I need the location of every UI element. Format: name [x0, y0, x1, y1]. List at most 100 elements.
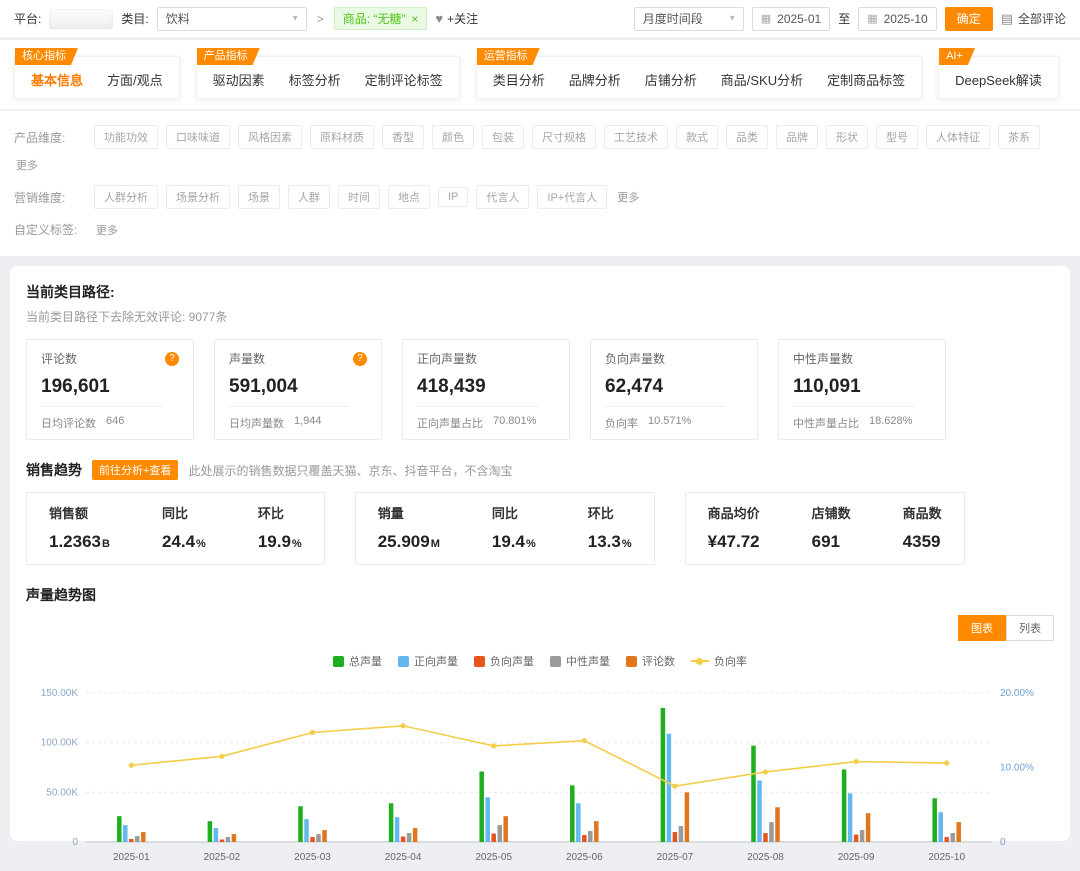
filter-chip[interactable]: 功能功效 [94, 125, 158, 149]
nav-tab[interactable]: DeepSeek解读 [955, 70, 1042, 89]
chart-view-button[interactable]: 图表 [958, 615, 1006, 641]
more-link[interactable]: 更多 [96, 222, 118, 238]
bar [220, 840, 225, 842]
nav-tab[interactable]: 标签分析 [289, 70, 341, 89]
bar [679, 826, 684, 842]
nav-group-badge: 产品指标 [197, 48, 260, 65]
x-axis-label: 2025-10 [928, 852, 965, 863]
bar [135, 836, 140, 842]
bar [950, 833, 955, 842]
filter-chip[interactable]: 人群分析 [94, 185, 158, 209]
nav-tab[interactable]: 基本信息 [31, 70, 83, 89]
filter-chip[interactable]: 场景 [238, 185, 280, 209]
nav-tab[interactable]: 商品/SKU分析 [721, 70, 803, 89]
bar [763, 833, 768, 842]
filter-chip[interactable]: 时间 [338, 185, 380, 209]
confirm-button[interactable]: 确定 [945, 7, 993, 31]
filter-chip[interactable]: 型号 [876, 125, 918, 149]
help-icon[interactable]: ? [353, 352, 367, 366]
bar [395, 817, 400, 842]
right-axis-tick: 20.00% [1000, 688, 1034, 699]
bar [141, 832, 146, 842]
bar [117, 816, 122, 842]
bar [938, 812, 943, 842]
sales-metric-unit: M [431, 538, 440, 550]
bar [932, 798, 937, 842]
filter-chip[interactable]: 品牌 [776, 125, 818, 149]
nav-tab[interactable]: 定制评论标签 [365, 70, 443, 89]
date-start-input[interactable]: ▦ 2025-01 [752, 7, 830, 31]
more-link[interactable]: 更多 [617, 189, 639, 205]
all-comments-label: 全部评论 [1018, 10, 1066, 27]
divider [417, 406, 538, 407]
category-select[interactable]: 饮料 ▾ [157, 7, 307, 31]
filter-chip[interactable]: 代言人 [476, 185, 529, 209]
metric-sub-value: 10.571% [648, 415, 691, 431]
legend-item[interactable]: 负向率 [691, 653, 747, 669]
metric-sub-label: 负向率 [605, 415, 638, 431]
filter-chip[interactable]: 人体特征 [926, 125, 990, 149]
sales-metric: 环比19.9% [258, 503, 302, 552]
filter-chip[interactable]: 口味味道 [166, 125, 230, 149]
more-link[interactable]: 更多 [16, 157, 38, 173]
filter-chip[interactable]: 人群 [288, 185, 330, 209]
category-path-title: 当前类目路径: [26, 282, 1054, 302]
nav-tab[interactable]: 定制商品标签 [827, 70, 905, 89]
nav-tab[interactable]: 类目分析 [493, 70, 545, 89]
nav-tab[interactable]: 方面/观点 [107, 70, 163, 89]
x-axis-label: 2025-04 [385, 852, 422, 863]
all-comments-button[interactable]: ▤ 全部评论 [1001, 10, 1066, 27]
filter-chip[interactable]: 场景分析 [166, 185, 230, 209]
filter-chip[interactable]: 风格因素 [238, 125, 302, 149]
metric-sub-value: 70.801% [493, 415, 536, 431]
nav-tab[interactable]: 品牌分析 [569, 70, 621, 89]
bar [667, 734, 672, 842]
follow-button[interactable]: ♥ +关注 [435, 10, 478, 27]
breadcrumb-separator: > [317, 12, 324, 26]
nav-tab-bar: 核心指标基本信息方面/观点产品指标驱动因素标签分析定制评论标签运营指标类目分析品… [0, 40, 1080, 109]
legend-label: 评论数 [642, 653, 675, 669]
legend-item[interactable]: 正向声量 [398, 653, 458, 669]
platform-value[interactable] [49, 9, 113, 29]
sales-metric: 同比24.4% [162, 503, 206, 552]
topbar: 平台: 类目: 饮料 ▾ > 商品: “无糖” × ♥ +关注 月度时间段 ▾ … [0, 0, 1080, 38]
legend-item[interactable]: 总声量 [333, 653, 382, 669]
filter-chip[interactable]: 地点 [388, 185, 430, 209]
x-axis-label: 2025-07 [657, 852, 694, 863]
legend-item[interactable]: 中性声量 [550, 653, 610, 669]
chart-legend: 总声量正向声量负向声量中性声量 评论数负向率 [26, 653, 1054, 669]
bar [491, 834, 496, 842]
nav-tab[interactable]: 驱动因素 [213, 70, 265, 89]
right-axis-tick: 0 [1000, 837, 1006, 848]
product-filter-tag[interactable]: 商品: “无糖” × [334, 7, 428, 30]
close-icon[interactable]: × [411, 12, 418, 26]
filter-chip[interactable]: 原料材质 [310, 125, 374, 149]
legend-item[interactable]: 负向声量 [474, 653, 534, 669]
period-type-select[interactable]: 月度时间段 ▾ [634, 7, 744, 31]
metric-title: 评论数 [41, 350, 77, 367]
help-icon[interactable]: ? [165, 352, 179, 366]
sales-metric-label: 同比 [162, 503, 206, 522]
bar [944, 837, 949, 842]
bar [673, 832, 678, 842]
list-view-button[interactable]: 列表 [1006, 615, 1054, 641]
filter-chip[interactable]: 款式 [676, 125, 718, 149]
filter-chip[interactable]: 包装 [482, 125, 524, 149]
filter-chip[interactable]: 颜色 [432, 125, 474, 149]
filter-chip[interactable]: 香型 [382, 125, 424, 149]
sales-metric-value: 691 [812, 532, 851, 552]
nav-tab[interactable]: 店铺分析 [645, 70, 697, 89]
legend-item[interactable]: 评论数 [626, 653, 675, 669]
filter-chip[interactable]: IP+代言人 [537, 185, 607, 209]
go-analyze-button[interactable]: 前往分析+查看 [92, 460, 178, 480]
filter-chip[interactable]: 形状 [826, 125, 868, 149]
filter-chip[interactable]: 茶系 [998, 125, 1040, 149]
date-end-input[interactable]: ▦ 2025-10 [858, 7, 936, 31]
filter-chip[interactable]: IP [438, 187, 468, 207]
bar [685, 792, 690, 842]
filter-chip[interactable]: 尺寸规格 [532, 125, 596, 149]
filter-chip[interactable]: 品类 [726, 125, 768, 149]
chart-canvas[interactable]: 150.00K100.00K50.00K020.00%10.00%02025-0… [26, 683, 1054, 868]
filter-chip[interactable]: 工艺技术 [604, 125, 668, 149]
metric-card: 评论数?196,601日均评论数646 [26, 339, 194, 440]
